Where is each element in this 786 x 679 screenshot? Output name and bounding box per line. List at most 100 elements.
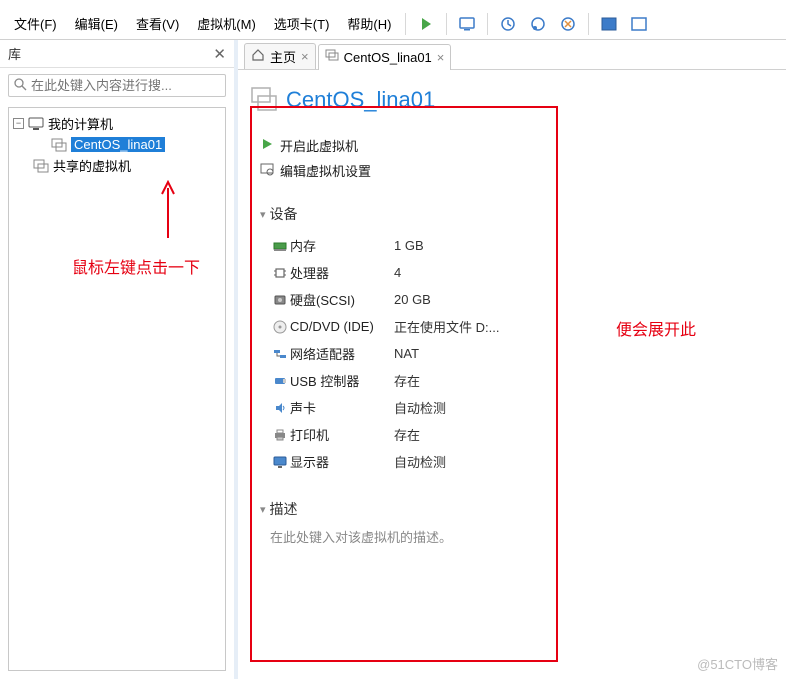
device-row[interactable]: 显示器 自动检测 xyxy=(270,448,774,475)
tree-label: 共享的虚拟机 xyxy=(53,156,131,175)
computer-icon xyxy=(28,117,44,131)
vm-panel: CentOS_lina01 开启此虚拟机 编辑虚拟机设置 ▾ 设备 内存 1 G… xyxy=(238,70,786,679)
device-row[interactable]: 处理器 4 xyxy=(270,259,774,286)
menu-vm[interactable]: 虚拟机(M) xyxy=(189,10,264,37)
menu-file[interactable]: 文件(F) xyxy=(6,10,65,37)
toolbar-screen-icon[interactable] xyxy=(453,11,481,37)
edit-settings-action[interactable]: 编辑虚拟机设置 xyxy=(260,161,774,180)
memory-icon xyxy=(270,239,290,253)
menu-tabs[interactable]: 选项卡(T) xyxy=(266,10,338,37)
device-value: NAT xyxy=(394,346,419,361)
device-label: 处理器 xyxy=(290,263,394,282)
vm-icon xyxy=(325,49,339,66)
library-tree: − 我的计算机 CentOS_lina01 共享的虚拟机 xyxy=(8,107,226,671)
home-icon xyxy=(251,48,265,65)
separator xyxy=(446,13,447,35)
tree-node-vm[interactable]: CentOS_lina01 xyxy=(9,135,225,154)
annotation-left-text: 鼠标左键点击一下 xyxy=(72,254,200,278)
toolbar-snapshot-manage-icon[interactable] xyxy=(524,11,552,37)
device-label: USB 控制器 xyxy=(290,371,394,390)
device-value: 20 GB xyxy=(394,292,431,307)
section-title: 描述 xyxy=(270,499,298,519)
tab-close-icon[interactable]: × xyxy=(301,49,309,64)
action-label: 编辑虚拟机设置 xyxy=(280,161,371,180)
separator xyxy=(588,13,589,35)
display-icon xyxy=(270,455,290,469)
toolbar-revert-icon[interactable] xyxy=(554,11,582,37)
sidebar-title: 库 xyxy=(8,44,21,63)
toolbar-play-button[interactable] xyxy=(412,11,440,37)
disk-icon xyxy=(270,293,290,307)
device-row[interactable]: 网络适配器 NAT xyxy=(270,340,774,367)
device-label: CD/DVD (IDE) xyxy=(290,319,394,334)
menu-edit[interactable]: 编辑(E) xyxy=(67,10,126,37)
caret-icon[interactable]: ▾ xyxy=(260,208,266,221)
tree-node-shared[interactable]: 共享的虚拟机 xyxy=(9,154,225,177)
annotation-arrow-icon xyxy=(158,180,178,240)
device-value: 4 xyxy=(394,265,401,280)
cd-icon xyxy=(270,320,290,334)
tree-label-selected: CentOS_lina01 xyxy=(71,137,165,152)
vm-icon xyxy=(51,138,67,152)
section-title: 设备 xyxy=(270,204,298,224)
device-row[interactable]: 硬盘(SCSI) 20 GB xyxy=(270,286,774,313)
vm-title: CentOS_lina01 xyxy=(286,87,435,113)
toolbar-snapshot-icon[interactable] xyxy=(494,11,522,37)
shared-vm-icon xyxy=(33,159,49,173)
tab-label: 主页 xyxy=(270,47,296,66)
expand-icon[interactable]: − xyxy=(13,118,24,129)
description-placeholder[interactable]: 在此处键入对该虚拟机的描述。 xyxy=(270,527,774,546)
device-row[interactable]: USB 控制器 存在 xyxy=(270,367,774,394)
device-row[interactable]: 声卡 自动检测 xyxy=(270,394,774,421)
play-icon xyxy=(260,137,274,154)
sidebar-close-button[interactable]: ✕ xyxy=(213,45,226,63)
tabs-bar: 主页 × CentOS_lina01 × xyxy=(238,40,786,70)
search-input[interactable] xyxy=(31,78,221,93)
toolbar-fullscreen-icon[interactable] xyxy=(595,11,623,37)
tab-close-icon[interactable]: × xyxy=(437,50,445,65)
tab-vm[interactable]: CentOS_lina01 × xyxy=(318,44,452,70)
device-value: 自动检测 xyxy=(394,452,446,471)
search-icon xyxy=(13,77,27,94)
search-box[interactable] xyxy=(8,74,226,97)
device-value: 自动检测 xyxy=(394,398,446,417)
separator xyxy=(405,13,406,35)
device-value: 存在 xyxy=(394,425,420,444)
sidebar: 库 ✕ − 我的计算机 xyxy=(0,40,238,679)
tab-home[interactable]: 主页 × xyxy=(244,43,316,69)
device-label: 显示器 xyxy=(290,452,394,471)
device-label: 声卡 xyxy=(290,398,394,417)
devices-section: ▾ 设备 内存 1 GB 处理器 4 硬盘(SCSI) 20 GB CD/DVD… xyxy=(260,204,774,475)
menu-view[interactable]: 查看(V) xyxy=(128,10,187,37)
content-area: 主页 × CentOS_lina01 × CentOS_lina01 开启此虚 xyxy=(238,40,786,679)
device-row[interactable]: 内存 1 GB xyxy=(270,232,774,259)
description-section: ▾ 描述 在此处键入对该虚拟机的描述。 xyxy=(260,499,774,546)
toolbar-unity-icon[interactable] xyxy=(625,11,653,37)
device-label: 网络适配器 xyxy=(290,344,394,363)
annotation-right-text: 便会展开此 xyxy=(616,316,696,340)
menubar: 文件(F) 编辑(E) 查看(V) 虚拟机(M) 选项卡(T) 帮助(H) xyxy=(0,8,786,40)
menu-help[interactable]: 帮助(H) xyxy=(339,10,399,37)
separator xyxy=(487,13,488,35)
tab-label: CentOS_lina01 xyxy=(344,50,432,65)
device-label: 打印机 xyxy=(290,425,394,444)
cpu-icon xyxy=(270,266,290,280)
settings-icon xyxy=(260,162,274,179)
vm-header-icon xyxy=(250,86,278,114)
action-label: 开启此虚拟机 xyxy=(280,136,358,155)
device-value: 存在 xyxy=(394,371,420,390)
sound-icon xyxy=(270,401,290,415)
device-value: 1 GB xyxy=(394,238,424,253)
window-titlebar xyxy=(0,0,786,8)
device-row[interactable]: CD/DVD (IDE) 正在使用文件 D:... xyxy=(270,313,774,340)
power-on-action[interactable]: 开启此虚拟机 xyxy=(260,136,774,155)
tree-label: 我的计算机 xyxy=(48,114,113,133)
caret-icon[interactable]: ▾ xyxy=(260,503,266,516)
device-row[interactable]: 打印机 存在 xyxy=(270,421,774,448)
device-label: 内存 xyxy=(290,236,394,255)
tree-node-my-computer[interactable]: − 我的计算机 xyxy=(9,112,225,135)
device-value: 正在使用文件 D:... xyxy=(394,317,499,336)
network-icon xyxy=(270,347,290,361)
usb-icon xyxy=(270,374,290,388)
printer-icon xyxy=(270,428,290,442)
